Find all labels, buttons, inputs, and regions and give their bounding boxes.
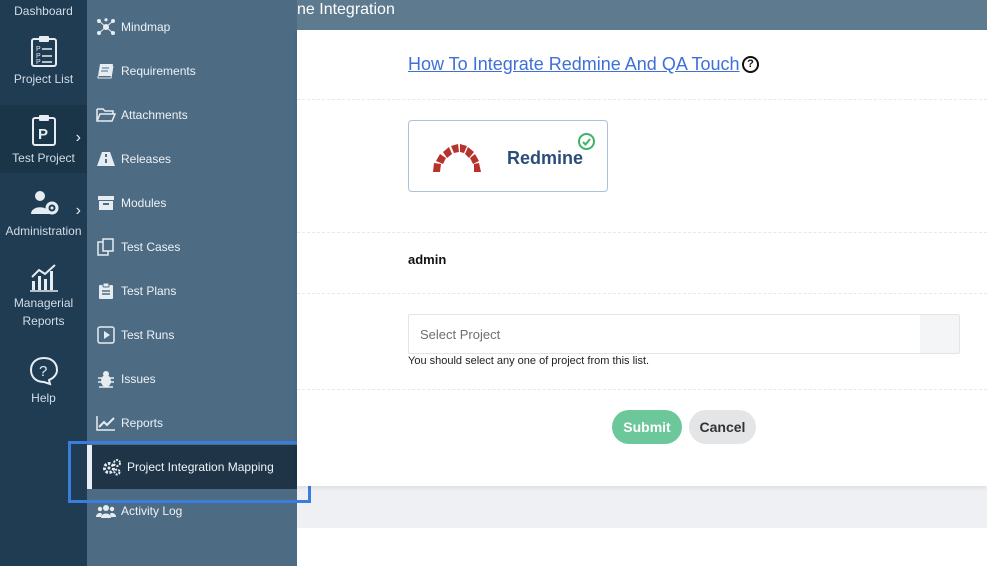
users-icon — [96, 501, 116, 521]
divider — [297, 389, 987, 390]
page-title: ne Integration — [297, 1, 395, 18]
chevron-right-icon: › — [75, 129, 81, 146]
rail-administration[interactable]: Administration › — [0, 186, 87, 238]
book-icon — [96, 61, 116, 81]
footer-band — [297, 528, 987, 566]
select-caret[interactable] — [920, 315, 959, 353]
how-to-integrate-link[interactable]: How To Integrate Redmine And QA Touch — [408, 54, 740, 75]
project-clipboard-icon: P — [31, 115, 56, 146]
rail-dashboard[interactable]: Dashboard — [0, 4, 87, 18]
copy-icon — [96, 237, 116, 257]
rail-dashboard-label: Dashboard — [14, 4, 73, 18]
submenu-label: Test Cases — [121, 240, 181, 254]
rail-test-project-label: Test Project — [12, 151, 75, 165]
submenu-item-attachments[interactable]: Attachments — [87, 93, 297, 137]
submenu-label: Modules — [121, 196, 167, 210]
submenu-item-mindmap[interactable]: Mindmap — [87, 5, 297, 49]
chevron-right-icon: › — [75, 202, 81, 219]
submenu-item-reports[interactable]: Reports — [87, 401, 297, 445]
divider — [297, 232, 987, 233]
question-circle-icon[interactable]: ? — [742, 56, 759, 73]
mindmap-icon — [96, 17, 116, 37]
submenu-item-requirements[interactable]: Requirements — [87, 49, 297, 93]
line-chart-icon — [96, 413, 116, 433]
svg-text:?: ? — [39, 363, 47, 380]
integration-name: Redmine — [507, 148, 584, 168]
divider — [297, 99, 987, 100]
admin-users-gear-icon — [30, 191, 58, 215]
submenu-label: Requirements — [121, 64, 196, 78]
help-bubble-icon: ? — [29, 356, 58, 386]
bar-chart-icon — [29, 264, 58, 292]
submenu-label: Releases — [121, 152, 172, 166]
rail-managerial-reports-line1: Managerial — [13, 296, 74, 310]
project-select-hint: You should select any one of project fro… — [408, 355, 650, 367]
rail-managerial-reports-line2: Reports — [22, 314, 65, 328]
submenu-label: Activity Log — [121, 504, 183, 518]
page-header: ne Integration — [297, 0, 987, 30]
archive-icon — [96, 193, 116, 213]
clipboard-icon — [96, 281, 116, 301]
submenu-item-issues[interactable]: Issues — [87, 357, 297, 401]
bug-icon — [96, 369, 116, 389]
svg-text:P: P — [36, 59, 41, 66]
submit-button[interactable]: Submit — [612, 410, 682, 444]
cancel-button[interactable]: Cancel — [689, 410, 756, 444]
svg-text:P: P — [38, 126, 48, 143]
username-value: admin — [408, 252, 447, 267]
integration-form-card: How To Integrate Redmine And QA Touch ? … — [297, 30, 987, 486]
submenu-item-test-cases[interactable]: Test Cases — [87, 225, 297, 269]
submenu-item-modules[interactable]: Modules — [87, 181, 297, 225]
rail-project-list-label: Project List — [13, 72, 74, 86]
project-select[interactable]: Select Project — [408, 314, 960, 354]
submenu-item-releases[interactable]: Releases — [87, 137, 297, 181]
svg-text:P: P — [36, 46, 41, 53]
folder-icon — [96, 105, 116, 125]
submenu-label: Mindmap — [121, 20, 171, 34]
submenu-label: Issues — [121, 372, 156, 386]
rail-managerial-reports[interactable]: Managerial Reports — [0, 262, 87, 328]
focus-highlight-box — [68, 441, 311, 503]
rail-help[interactable]: ? Help — [0, 355, 87, 405]
rail-help-label: Help — [31, 391, 56, 405]
submenu-item-test-plans[interactable]: Test Plans — [87, 269, 297, 313]
redmine-integration-card[interactable]: Redmine — [408, 120, 608, 192]
rail-administration-label: Administration — [5, 224, 82, 238]
divider — [297, 293, 987, 294]
redmine-logo-icon — [433, 144, 481, 172]
submenu-label: Reports — [121, 416, 164, 430]
submenu-label: Test Plans — [121, 284, 177, 298]
clipboard-list-icon: P P P — [30, 36, 57, 67]
submenu-label: Test Runs — [121, 328, 175, 342]
project-select-placeholder: Select Project — [420, 327, 501, 342]
play-square-icon — [96, 325, 116, 345]
submenu-label: Attachments — [121, 108, 188, 122]
submenu-item-test-runs[interactable]: Test Runs — [87, 313, 297, 357]
rail-project-list[interactable]: P P P Project List — [0, 34, 87, 86]
check-circle-icon — [578, 133, 595, 150]
road-icon — [96, 149, 116, 169]
rail-test-project[interactable]: P Test Project › — [0, 105, 87, 173]
